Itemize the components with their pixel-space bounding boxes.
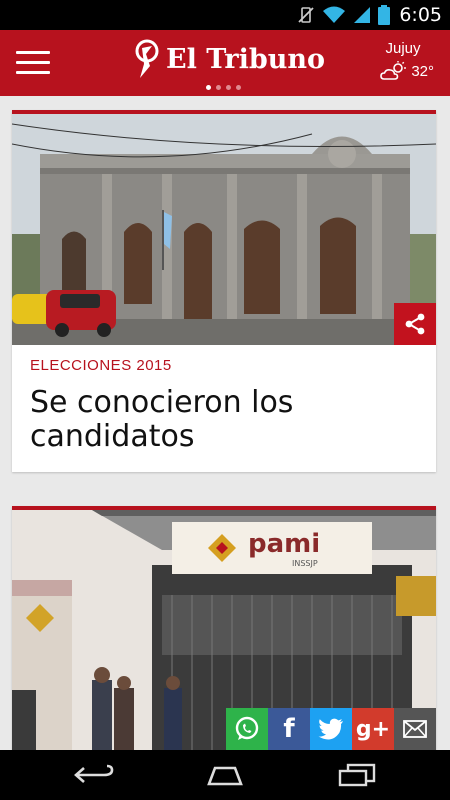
back-button[interactable] bbox=[64, 758, 124, 792]
whatsapp-share-button[interactable] bbox=[226, 708, 268, 750]
article-card[interactable]: pami INSSJP f g+ bbox=[12, 506, 436, 750]
status-icons bbox=[296, 4, 390, 26]
battery-icon bbox=[378, 5, 390, 25]
pager-dot-active bbox=[206, 85, 211, 90]
social-share-bar: f g+ bbox=[226, 708, 436, 750]
sign-subtext: INSSJP bbox=[292, 559, 318, 568]
article-body[interactable]: ELECCIONES 2015 Se conocieron los candid… bbox=[12, 345, 436, 454]
article-category[interactable]: ELECCIONES 2015 bbox=[30, 357, 418, 374]
app-header: El Tribuno Jujuy 32° bbox=[0, 30, 450, 96]
email-share-button[interactable] bbox=[394, 708, 436, 750]
historic-building-photo bbox=[12, 114, 436, 345]
article-card[interactable]: ELECCIONES 2015 Se conocieron los candid… bbox=[12, 110, 436, 472]
menu-icon-line bbox=[16, 51, 50, 54]
google-plus-share-button[interactable]: g+ bbox=[352, 708, 394, 750]
signal-icon bbox=[354, 7, 370, 23]
whatsapp-icon bbox=[235, 716, 259, 740]
app-title: El Tribuno bbox=[166, 43, 325, 75]
recent-apps-button[interactable] bbox=[326, 758, 386, 792]
twitter-share-button[interactable] bbox=[310, 708, 352, 750]
home-button[interactable] bbox=[195, 758, 255, 792]
system-nav-bar bbox=[0, 750, 450, 800]
article-image[interactable]: pami INSSJP f g+ bbox=[12, 510, 436, 750]
weather-city: Jujuy bbox=[385, 40, 421, 57]
pager-dot bbox=[216, 85, 221, 90]
vibrate-off-icon bbox=[298, 7, 314, 23]
status-time: 6:05 bbox=[399, 4, 442, 26]
facebook-icon: f bbox=[283, 714, 295, 744]
share-icon bbox=[405, 313, 425, 335]
sign-text: pami bbox=[248, 529, 320, 559]
partly-cloudy-icon bbox=[380, 61, 407, 80]
logo-mark-icon bbox=[135, 39, 159, 78]
menu-icon-line bbox=[16, 61, 50, 64]
google-plus-icon: g+ bbox=[355, 716, 391, 742]
article-headline[interactable]: Se conocieron los candidatos bbox=[30, 386, 418, 454]
home-icon bbox=[207, 766, 243, 786]
pager-dot bbox=[226, 85, 231, 90]
article-image[interactable] bbox=[12, 114, 436, 345]
wifi-icon bbox=[323, 6, 345, 23]
news-feed[interactable]: ELECCIONES 2015 Se conocieron los candid… bbox=[0, 96, 450, 750]
twitter-icon bbox=[318, 718, 343, 740]
menu-icon-line bbox=[16, 71, 50, 74]
back-icon bbox=[74, 764, 114, 783]
menu-button[interactable] bbox=[16, 51, 50, 75]
pager-indicator bbox=[206, 85, 241, 90]
weather-widget[interactable]: Jujuy 32° bbox=[372, 40, 434, 81]
app-logo[interactable]: El Tribuno bbox=[132, 36, 332, 82]
weather-temperature: 32° bbox=[411, 62, 434, 80]
share-button[interactable] bbox=[394, 303, 436, 345]
email-icon bbox=[403, 720, 427, 738]
facebook-share-button[interactable]: f bbox=[268, 708, 310, 750]
recent-apps-icon bbox=[338, 763, 376, 787]
status-bar: 6:05 bbox=[0, 0, 450, 30]
pager-dot bbox=[236, 85, 241, 90]
